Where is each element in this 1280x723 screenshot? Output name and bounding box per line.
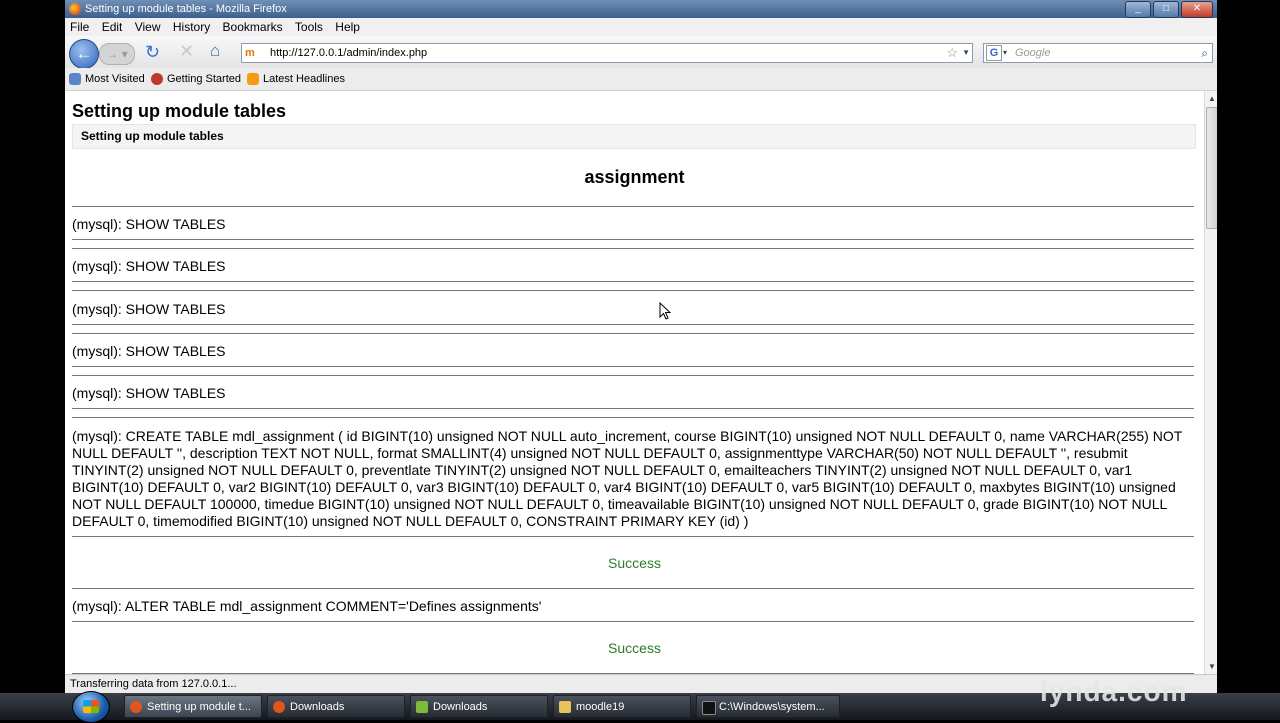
sql-query: (mysql): SHOW TABLES	[72, 258, 226, 274]
sql-query: (mysql): SHOW TABLES	[72, 343, 226, 359]
divider	[72, 408, 1194, 409]
page-content: Setting up module tables Setting up modu…	[65, 91, 1204, 674]
search-placeholder: Google	[1015, 47, 1051, 59]
module-name: assignment	[584, 167, 685, 187]
alter-table-query: (mysql): ALTER TABLE mdl_assignment COMM…	[72, 598, 542, 614]
start-button[interactable]	[72, 691, 110, 723]
url-dropdown-icon[interactable]: ▼	[962, 44, 970, 62]
menu-bar: File Edit View History Bookmarks Tools H…	[65, 18, 1217, 36]
search-input[interactable]: G ▾ Google ⌕	[983, 43, 1213, 63]
firefox-icon	[273, 701, 285, 713]
bookmark-getting-started[interactable]: Getting Started	[151, 68, 241, 90]
divider	[72, 536, 1194, 537]
divider	[72, 375, 1194, 376]
windows-logo-icon	[83, 700, 99, 713]
section-header: Setting up module tables	[72, 124, 1196, 149]
navigation-toolbar: ← → ▾ ↻ ✕ ⌂ m http://127.0.0.1/admin/ind…	[65, 36, 1217, 69]
vertical-scrollbar[interactable]: ▲ ▼	[1204, 91, 1217, 674]
scroll-up-icon[interactable]: ▲	[1208, 94, 1216, 103]
firefox-icon	[69, 3, 81, 15]
section-title: Setting up module tables	[81, 129, 224, 143]
site-favicon-icon: m	[245, 47, 255, 59]
maximize-button[interactable]: □	[1153, 1, 1179, 18]
divider	[72, 281, 1194, 282]
divider	[72, 324, 1194, 325]
taskbar-item-cmd[interactable]: C:\Windows\system...	[696, 695, 840, 718]
stop-icon[interactable]: ✕	[179, 41, 194, 62]
divider	[72, 239, 1194, 240]
taskbar-label: Downloads	[433, 701, 488, 713]
most-visited-icon	[69, 73, 81, 85]
folder-icon	[416, 701, 428, 713]
bookmarks-toolbar: Most Visited Getting Started Latest Head…	[65, 68, 1217, 91]
close-button[interactable]: ✕	[1181, 1, 1213, 18]
menu-file[interactable]: File	[70, 20, 89, 34]
scroll-down-icon[interactable]: ▼	[1208, 662, 1216, 671]
menu-history[interactable]: History	[173, 20, 210, 34]
firefox-icon	[130, 701, 142, 713]
bookmark-most-visited[interactable]: Most Visited	[69, 68, 145, 90]
menu-help[interactable]: Help	[335, 20, 360, 34]
bookmark-label: Getting Started	[167, 73, 241, 85]
google-engine-icon[interactable]: G	[986, 45, 1002, 61]
browser-window: Setting up module tables - Mozilla Firef…	[65, 0, 1217, 693]
firefox-bookmark-icon	[151, 73, 163, 85]
title-bar: Setting up module tables - Mozilla Firef…	[65, 0, 1217, 18]
taskbar-label: Setting up module t...	[147, 701, 251, 713]
taskbar-item-downloads-folder[interactable]: Downloads	[410, 695, 548, 718]
forward-button[interactable]: → ▾	[99, 43, 135, 65]
menu-edit[interactable]: Edit	[102, 20, 123, 34]
command-prompt-icon	[702, 701, 716, 715]
url-text: http://127.0.0.1/admin/index.php	[270, 47, 428, 59]
divider	[72, 248, 1194, 249]
success-message: Success	[608, 555, 661, 571]
divider	[72, 417, 1194, 418]
create-table-query: (mysql): CREATE TABLE mdl_assignment ( i…	[72, 428, 1183, 529]
sql-query: (mysql): SHOW TABLES	[72, 385, 226, 401]
divider	[72, 366, 1194, 367]
bookmark-label: Most Visited	[85, 73, 145, 85]
scrollbar-thumb[interactable]	[1206, 107, 1217, 229]
menu-bookmarks[interactable]: Bookmarks	[223, 20, 283, 34]
taskbar-item-downloads-firefox[interactable]: Downloads	[267, 695, 405, 718]
home-icon[interactable]: ⌂	[210, 41, 220, 61]
url-bar[interactable]: m http://127.0.0.1/admin/index.php ☆ ▼	[241, 43, 973, 63]
status-text: Transferring data from 127.0.0.1...	[70, 678, 237, 690]
watermark-logo: lynda.com	[1040, 676, 1188, 707]
back-button[interactable]: ←	[69, 39, 99, 69]
taskbar-label: C:\Windows\system...	[719, 701, 825, 713]
divider	[72, 588, 1194, 589]
reload-icon[interactable]: ↻	[145, 42, 160, 63]
bookmark-star-icon[interactable]: ☆	[946, 44, 958, 62]
success-message: Success	[608, 640, 661, 656]
window-title: Setting up module tables - Mozilla Firef…	[85, 3, 287, 15]
menu-view[interactable]: View	[135, 20, 161, 34]
divider	[72, 333, 1194, 334]
mouse-cursor-icon	[659, 302, 672, 320]
folder-icon	[559, 701, 571, 713]
bookmark-latest-headlines[interactable]: Latest Headlines	[247, 68, 345, 90]
divider	[72, 206, 1194, 207]
minimize-button[interactable]: _	[1125, 1, 1151, 18]
divider	[72, 621, 1194, 622]
taskbar-item-moodle19[interactable]: moodle19	[553, 695, 691, 718]
divider	[72, 290, 1194, 291]
rss-feed-icon	[247, 73, 259, 85]
sql-query: (mysql): SHOW TABLES	[72, 301, 226, 317]
sql-query: (mysql): SHOW TABLES	[72, 216, 226, 232]
menu-tools[interactable]: Tools	[295, 20, 323, 34]
taskbar-item-firefox[interactable]: Setting up module t...	[124, 695, 262, 718]
taskbar-label: Downloads	[290, 701, 345, 713]
bookmark-label: Latest Headlines	[263, 73, 345, 85]
engine-dropdown-icon[interactable]: ▾	[1003, 44, 1007, 62]
search-icon[interactable]: ⌕	[1201, 44, 1208, 62]
page-title: Setting up module tables	[72, 101, 287, 121]
taskbar-label: moodle19	[576, 701, 625, 713]
